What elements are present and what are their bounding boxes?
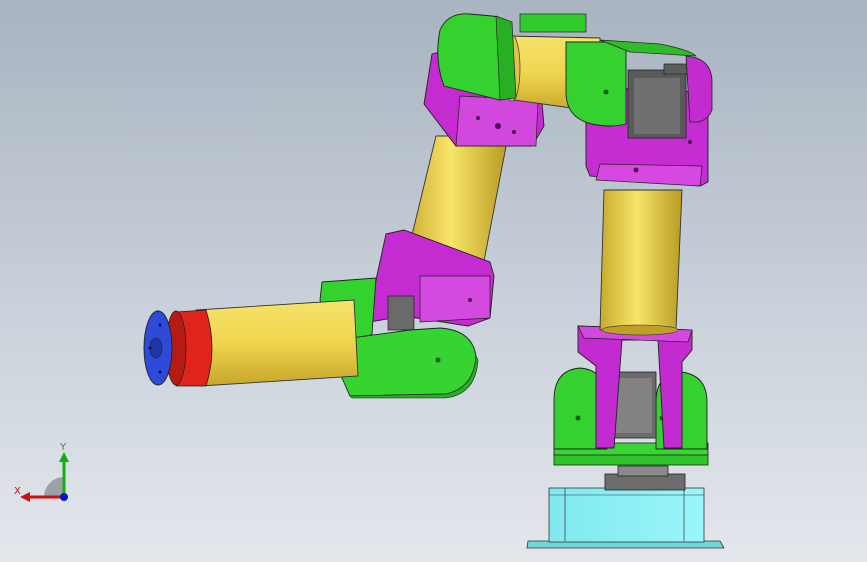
triad-y-label: Y — [59, 442, 67, 453]
triad-x-label: X — [14, 486, 21, 497]
end-effector-link[interactable] — [195, 299, 359, 387]
triad-quadrant-shape — [44, 477, 64, 497]
base-servo-mount — [604, 465, 686, 491]
base-plate[interactable] — [526, 487, 725, 549]
triad-y-arrow — [59, 452, 69, 462]
end-flange-blue[interactable] — [143, 310, 173, 386]
triad-x-arrow — [20, 492, 30, 502]
elbow-side-plate — [685, 55, 713, 123]
cad-viewport[interactable] — [0, 0, 867, 562]
elbow-servo — [627, 63, 689, 139]
end-flange-red — [165, 309, 213, 387]
triad-z-dot — [60, 493, 68, 501]
wrist-servo — [387, 295, 415, 331]
upper-arm-link[interactable] — [599, 189, 683, 336]
orientation-triad: Y X — [14, 442, 69, 502]
